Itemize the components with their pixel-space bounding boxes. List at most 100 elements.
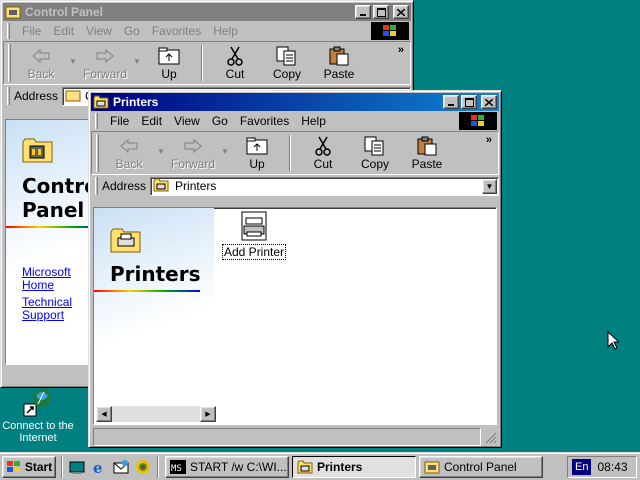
menu-edit[interactable]: Edit [135, 114, 168, 128]
status-cell [93, 428, 481, 446]
language-indicator[interactable]: En [572, 459, 592, 475]
scroll-right-button[interactable]: ▶ [200, 406, 216, 422]
toolbar-chevron-icon[interactable]: » [398, 44, 404, 56]
menu-edit[interactable]: Edit [47, 24, 80, 38]
forward-label: Forward [82, 67, 127, 81]
menu-help[interactable]: Help [207, 24, 244, 38]
menu-go[interactable]: Go [118, 24, 146, 38]
forward-button[interactable]: Forward [167, 133, 219, 173]
menu-file[interactable]: File [16, 24, 47, 38]
task-label: START /w C:\WI... [190, 459, 287, 474]
paste-button[interactable]: Paste [401, 133, 453, 173]
windows-logo-icon [371, 22, 409, 40]
resize-grip-icon[interactable] [483, 430, 497, 444]
page-title-line2: Panel [22, 198, 85, 222]
menu-grip[interactable] [95, 113, 98, 129]
copy-button[interactable]: Copy [261, 43, 313, 83]
technical-support-link[interactable]: Technical Support [22, 296, 82, 322]
maximize-button[interactable] [461, 95, 477, 109]
title-rule [94, 290, 200, 292]
address-grip[interactable] [95, 177, 98, 195]
scroll-track[interactable] [112, 406, 200, 422]
back-arrow-icon [31, 45, 51, 67]
add-printer-label: Add Printer [222, 244, 287, 260]
printers-content: Printers Add Printer ◀ ▶ [93, 207, 497, 425]
toolbar-grip[interactable] [96, 134, 99, 172]
control-panel-icon [424, 461, 440, 473]
copy-label: Copy [272, 67, 301, 81]
minimize-button[interactable] [443, 95, 459, 109]
up-label: Up [249, 157, 265, 171]
paste-button[interactable]: Paste [313, 43, 365, 83]
menu-help[interactable]: Help [295, 114, 332, 128]
back-arrow-icon [119, 135, 139, 157]
forward-dropdown-icon[interactable]: ▼ [131, 57, 143, 66]
printers-titlebar[interactable]: Printers [91, 93, 499, 111]
horizontal-scrollbar[interactable]: ◀ ▶ [96, 406, 216, 422]
forward-dropdown-icon[interactable]: ▼ [219, 147, 231, 156]
outlook-express-icon[interactable] [112, 458, 130, 476]
menu-bar: File Edit View Go Favorites Help [91, 111, 499, 131]
standard-toolbar: Back ▼ Forward ▼ Up Cut Copy Paste » [91, 131, 499, 175]
clock[interactable]: 08:43 [597, 460, 627, 474]
printers-window[interactable]: Printers File Edit View Go Favorites Hel… [88, 90, 502, 448]
add-printer-item[interactable]: Add Printer [222, 210, 287, 260]
menu-file[interactable]: File [104, 114, 135, 128]
close-button[interactable] [393, 5, 409, 19]
show-desktop-icon[interactable] [68, 458, 86, 476]
copy-button[interactable]: Copy [349, 133, 401, 173]
forward-button[interactable]: Forward [79, 43, 131, 83]
cut-button[interactable]: Cut [297, 133, 349, 173]
task-control-panel[interactable]: Control Panel [419, 455, 543, 478]
back-label: Back [27, 67, 55, 81]
minimize-button[interactable] [355, 5, 371, 19]
close-button[interactable] [481, 95, 497, 109]
toolbar-grip[interactable] [8, 44, 11, 82]
up-folder-icon [158, 45, 180, 67]
back-dropdown-icon[interactable]: ▼ [67, 57, 79, 66]
control-panel-titlebar[interactable]: Control Panel [3, 3, 411, 21]
connect-internet-icon [23, 389, 51, 417]
menu-go[interactable]: Go [206, 114, 234, 128]
desktop-icon-connect-internet[interactable]: Connect to the Internet [2, 386, 74, 444]
task-printers[interactable]: Printers [292, 455, 416, 478]
start-label: Start [24, 459, 53, 474]
up-button[interactable]: Up [231, 133, 283, 173]
taskbar-separator [157, 455, 159, 478]
channels-icon[interactable] [134, 458, 152, 476]
task-label: Control Panel [444, 459, 517, 474]
internet-explorer-icon[interactable]: e [90, 458, 108, 476]
back-dropdown-icon[interactable]: ▼ [155, 147, 167, 156]
microsoft-home-link[interactable]: Microsoft Home [22, 266, 82, 292]
cut-button[interactable]: Cut [209, 43, 261, 83]
address-value: Printers [175, 179, 217, 193]
back-button[interactable]: Back [15, 43, 67, 83]
menu-favorites[interactable]: Favorites [146, 24, 207, 38]
menu-view[interactable]: View [168, 114, 206, 128]
paste-label: Paste [323, 67, 355, 81]
mouse-cursor-icon [607, 331, 619, 350]
svg-text:MS: MS [171, 464, 182, 474]
menu-favorites[interactable]: Favorites [234, 114, 295, 128]
address-input[interactable]: Printers ▼ [150, 176, 499, 196]
back-button[interactable]: Back [103, 133, 155, 173]
menu-grip[interactable] [7, 23, 10, 39]
scroll-left-button[interactable]: ◀ [96, 406, 112, 422]
address-grip[interactable] [7, 87, 10, 105]
task-start-command[interactable]: MS START /w C:\WI... [165, 455, 289, 478]
address-bar: Address Printers ▼ [91, 175, 499, 197]
scissors-icon [226, 45, 244, 67]
up-button[interactable]: Up [143, 43, 195, 83]
menu-view[interactable]: View [80, 24, 118, 38]
start-button[interactable]: Start [2, 455, 56, 478]
back-label: Back [115, 157, 143, 171]
printers-folder-icon [93, 95, 109, 109]
maximize-button[interactable] [373, 5, 389, 19]
window-title: Control Panel [25, 5, 104, 19]
address-label: Address [102, 179, 147, 193]
address-dropdown-button[interactable]: ▼ [482, 178, 497, 194]
toolbar-separator [289, 135, 291, 171]
control-panel-folder-icon [22, 138, 53, 163]
windows-logo-icon [459, 112, 497, 130]
toolbar-chevron-icon[interactable]: » [486, 134, 492, 146]
